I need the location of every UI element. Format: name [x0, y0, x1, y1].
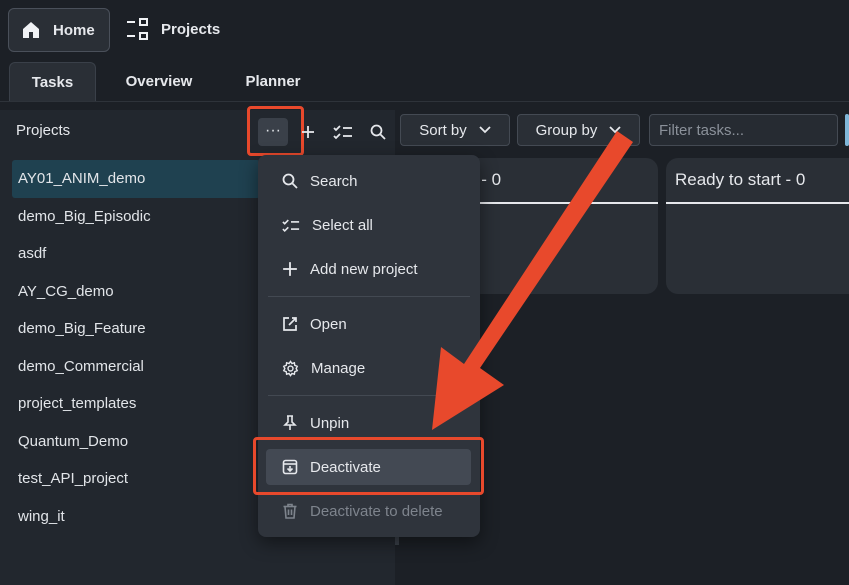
- annotation-arrow: [432, 131, 633, 430]
